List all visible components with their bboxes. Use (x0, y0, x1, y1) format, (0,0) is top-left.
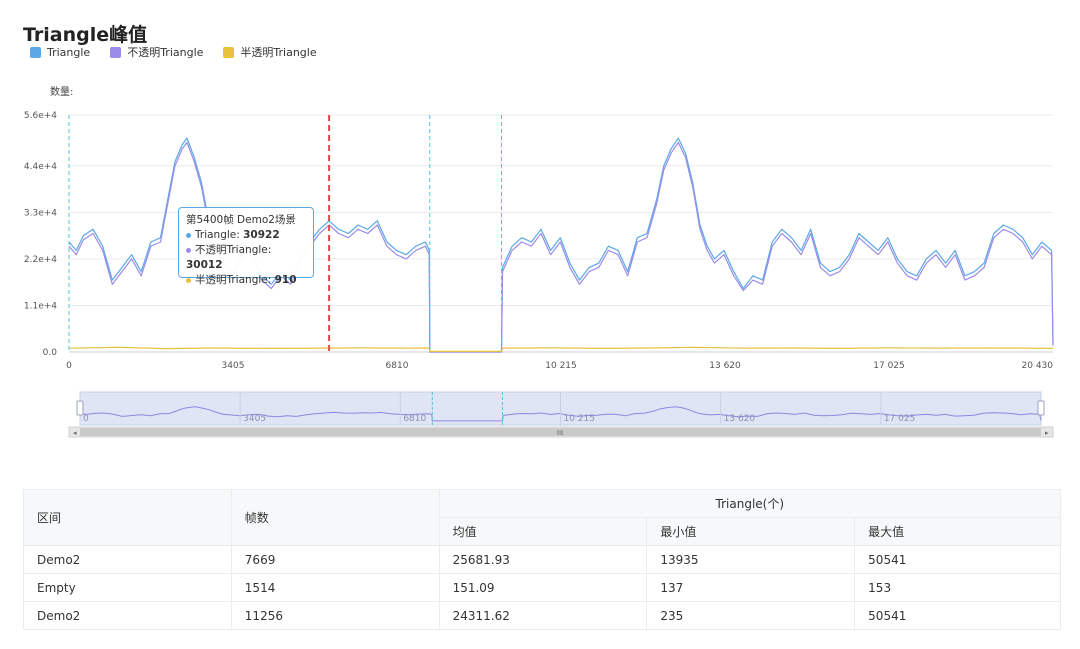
x-tick-label: 6810 (386, 361, 409, 371)
tooltip-row-triangle: Triangle: 30922 (186, 228, 306, 243)
cell-min: 137 (646, 573, 856, 602)
y-tick-label: 5.6e+4 (24, 111, 57, 121)
cell-range: Empty (23, 573, 232, 602)
cell-min: 13935 (646, 545, 856, 574)
tooltip-value-opaque-triangle: 30012 (186, 259, 223, 271)
zoom-tick-label: 3405 (243, 414, 266, 424)
stats-table-container: 区间 帧数 Triangle(个) 均值 最小值 最大值 Demo2 7669 … (23, 489, 1062, 630)
chart-canvas[interactable]: 0.0 1.1e+4 2.2e+4 3.3e+4 4.4e+4 5.6e+4 0 3405 68… (0, 0, 1080, 445)
x-tick-label: 3405 (222, 361, 245, 371)
cell-mean: 24311.62 (438, 601, 648, 630)
cell-frames: 7669 (230, 545, 440, 574)
y-tick-label: 0.0 (43, 348, 58, 358)
cell-range: Demo2 (23, 601, 232, 630)
header-mean: 均值 (438, 517, 648, 546)
zoom-tick-label: 13 620 (724, 414, 756, 424)
zoom-tick-label: 6810 (403, 414, 426, 424)
table-row: Demo2 7669 25681.93 13935 50541 (23, 545, 1061, 574)
tooltip-row-opaque-triangle: 不透明Triangle: 30012 (186, 243, 306, 273)
cell-frames: 11256 (230, 601, 440, 630)
header-frames: 帧数 (230, 489, 440, 546)
x-tick-label: 13 620 (709, 361, 741, 371)
x-tick-label: 17 025 (873, 361, 905, 371)
tooltip-label-translucent-triangle: 半透明Triangle: (195, 274, 275, 286)
tooltip-value-triangle: 30922 (243, 229, 280, 241)
cell-max: 153 (854, 573, 1061, 602)
scrollbar-grip: III (557, 429, 563, 437)
cell-max: 50541 (854, 545, 1061, 574)
cell-mean: 151.09 (438, 573, 648, 602)
header-range: 区间 (23, 489, 232, 546)
cell-range: Demo2 (23, 545, 232, 574)
chart-tooltip: 第5400帧 Demo2场景 Triangle: 30922 不透明Triang… (178, 207, 314, 286)
header-triangle-group: Triangle(个) (438, 489, 1062, 518)
tooltip-header: 第5400帧 Demo2场景 (186, 214, 296, 226)
y-tick-label: 2.2e+4 (24, 255, 57, 265)
x-tick-label: 20 430 (1022, 361, 1054, 371)
cell-frames: 1514 (230, 573, 440, 602)
stats-table: 区间 帧数 Triangle(个) 均值 最小值 最大值 Demo2 7669 … (23, 489, 1062, 630)
tooltip-value-translucent-triangle: 910 (274, 274, 297, 286)
scroll-right-arrow-icon[interactable]: ▸ (1045, 430, 1049, 437)
zoom-handle-left[interactable] (76, 400, 84, 416)
y-tick-label: 4.4e+4 (24, 162, 57, 172)
cell-mean: 25681.93 (438, 545, 648, 574)
series-line-2 (68, 346, 1054, 352)
tooltip-label-opaque-triangle: 不透明Triangle: (195, 244, 272, 256)
x-tick-label: 10 215 (545, 361, 577, 371)
y-tick-label: 3.3e+4 (24, 208, 57, 218)
header-min: 最小值 (646, 517, 856, 546)
y-tick-label: 1.1e+4 (24, 301, 57, 311)
cell-min: 235 (646, 601, 856, 630)
header-max: 最大值 (854, 517, 1061, 546)
zoom-handle-right[interactable] (1037, 400, 1045, 416)
table-row: Demo2 11256 24311.62 235 50541 (23, 601, 1061, 630)
zoom-tick-label: 0 (83, 414, 89, 424)
tooltip-label-triangle: Triangle: (195, 229, 244, 241)
x-tick-label: 0 (66, 361, 72, 371)
scroll-left-arrow-icon[interactable]: ◂ (73, 430, 77, 437)
cell-max: 50541 (854, 601, 1061, 630)
zoom-tick-label: 17 025 (884, 414, 916, 424)
tooltip-row-translucent-triangle: 半透明Triangle: 910 (186, 273, 306, 288)
table-row: Empty 1514 151.09 137 153 (23, 573, 1061, 602)
zoom-tick-label: 10 215 (564, 414, 596, 424)
